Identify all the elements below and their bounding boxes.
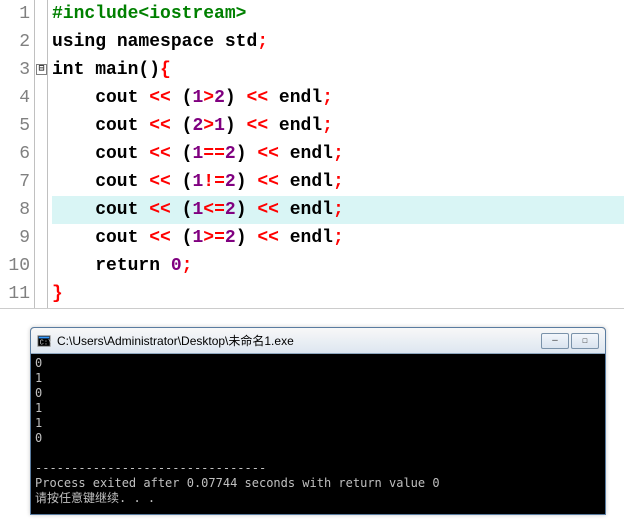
minimize-button[interactable]: ─	[541, 333, 569, 349]
code-line[interactable]: cout << (1<=2) << endl;	[52, 196, 624, 224]
line-number-gutter: 1234567891011	[0, 0, 34, 308]
code-line[interactable]: #include<iostream>	[52, 0, 624, 28]
code-line[interactable]: }	[52, 280, 624, 308]
code-area[interactable]: #include<iostream>using namespace std;in…	[48, 0, 624, 308]
code-line[interactable]: using namespace std;	[52, 28, 624, 56]
code-line[interactable]: return 0;	[52, 252, 624, 280]
line-number: 3	[0, 56, 30, 84]
line-number: 8	[0, 196, 30, 224]
fold-toggle-icon[interactable]: ⊟	[36, 64, 47, 75]
code-line[interactable]: cout << (2>1) << endl;	[52, 112, 624, 140]
console-titlebar[interactable]: C:\ C:\Users\Administrator\Desktop\未命名1.…	[31, 328, 605, 354]
console-output[interactable]: 0 1 0 1 1 0 ----------------------------…	[31, 354, 605, 514]
line-number: 2	[0, 28, 30, 56]
console-icon: C:\	[37, 334, 51, 348]
line-number: 4	[0, 84, 30, 112]
fold-column[interactable]: ⊟	[34, 0, 48, 308]
code-line[interactable]: cout << (1>2) << endl;	[52, 84, 624, 112]
line-number: 1	[0, 0, 30, 28]
window-buttons: ─ ☐	[541, 333, 599, 349]
line-number: 6	[0, 140, 30, 168]
console-window: C:\ C:\Users\Administrator\Desktop\未命名1.…	[30, 327, 606, 515]
console-title: C:\Users\Administrator\Desktop\未命名1.exe	[57, 332, 541, 349]
line-number: 5	[0, 112, 30, 140]
svg-text:C:\: C:\	[40, 339, 51, 347]
code-line[interactable]: cout << (1!=2) << endl;	[52, 168, 624, 196]
code-editor[interactable]: 1234567891011 ⊟ #include<iostream>using …	[0, 0, 624, 309]
line-number: 10	[0, 252, 30, 280]
line-number: 9	[0, 224, 30, 252]
line-number: 7	[0, 168, 30, 196]
maximize-button[interactable]: ☐	[571, 333, 599, 349]
line-number: 11	[0, 280, 30, 308]
code-line[interactable]: cout << (1>=2) << endl;	[52, 224, 624, 252]
code-line[interactable]: int main(){	[52, 56, 624, 84]
code-line[interactable]: cout << (1==2) << endl;	[52, 140, 624, 168]
